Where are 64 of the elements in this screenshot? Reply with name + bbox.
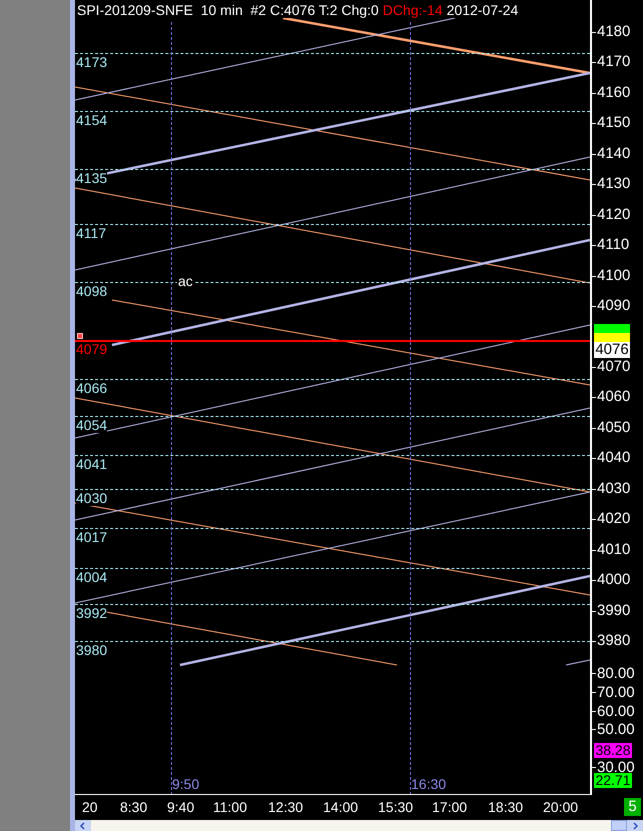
axis-label: 50.00	[597, 722, 635, 738]
marker-icon	[77, 332, 83, 339]
time-label: 17:00	[432, 799, 468, 815]
axis-label: 4040	[597, 450, 630, 466]
axis-label: 4120	[597, 206, 630, 223]
axis-label: 4020	[597, 511, 630, 528]
scroll-left-icon[interactable]	[75, 820, 91, 831]
time-marker-label: 9:50	[172, 777, 200, 792]
level-label: 4079	[76, 342, 108, 357]
axis-label: 30.00	[597, 760, 635, 775]
time-label: 14:00	[323, 799, 358, 815]
axis-label: 4170	[597, 54, 630, 70]
time-label: 12:30	[268, 799, 304, 815]
axis-label: 4180	[597, 24, 630, 40]
price-tag-marker	[594, 324, 630, 333]
time-label: 8:30	[120, 799, 148, 815]
axis-label: 4130	[597, 176, 630, 192]
bar-count-badge: 5	[624, 798, 641, 816]
time-label: 18:30	[488, 799, 524, 815]
price-tag-marker	[594, 333, 630, 342]
time-label: 9:40	[167, 799, 194, 815]
axis-label: 4030	[597, 480, 630, 497]
time-label: 11:00	[213, 799, 247, 815]
axis-label: 4150	[597, 115, 630, 132]
axis-label: 70.00	[597, 684, 635, 700]
level-label: 4030	[76, 490, 108, 506]
scroll-right-icon[interactable]	[627, 820, 643, 831]
axis-label: 3980	[597, 633, 630, 649]
axis-label: 4060	[597, 389, 630, 406]
axis-label: 3990	[597, 602, 630, 619]
level-label: 4066	[76, 381, 108, 396]
time-label: 15:30	[378, 799, 414, 815]
axis-label: 80.00	[597, 666, 635, 681]
value-tag: 22.71	[594, 772, 632, 788]
level-label: 4054	[76, 418, 108, 433]
level-label: 4004	[76, 570, 108, 585]
axis-label: 4140	[597, 146, 630, 162]
axis-label: 4000	[597, 572, 630, 588]
level-label: 4017	[76, 530, 108, 546]
time-label: 20	[82, 799, 98, 815]
time-marker-label: 16:30	[411, 777, 446, 792]
axis-label: 4110	[597, 237, 630, 254]
level-label: 4117	[76, 226, 106, 241]
level-label: 4154	[76, 113, 108, 128]
level-label: 3980	[76, 643, 108, 658]
level-label: 4135	[76, 171, 108, 186]
chart-title: DChg:-14	[382, 2, 443, 18]
level-label: 4173	[76, 55, 108, 70]
level-label: 4041	[76, 457, 108, 472]
chart-title: SPI-201209-SNFE 10 min #2 C:4076 T:2 Chg:0	[77, 2, 379, 18]
axis-label: 4090	[597, 298, 630, 314]
chart-title: 2012-07-24	[446, 2, 518, 18]
price-tag: 4076	[594, 342, 630, 358]
axis-label: 4010	[597, 542, 630, 558]
axis-label: 4070	[597, 358, 630, 375]
level-label: 4098	[76, 284, 108, 299]
time-label: 20:00	[543, 799, 578, 815]
axis-label: 4050	[597, 420, 630, 436]
axis-label: 4160	[597, 84, 630, 101]
value-tag: 38.28	[594, 743, 632, 758]
axis-label: 60.00	[597, 704, 635, 719]
scroll-thumb[interactable]	[611, 820, 627, 831]
level-label: 3992	[76, 606, 108, 622]
axis-label: 4100	[597, 268, 630, 284]
